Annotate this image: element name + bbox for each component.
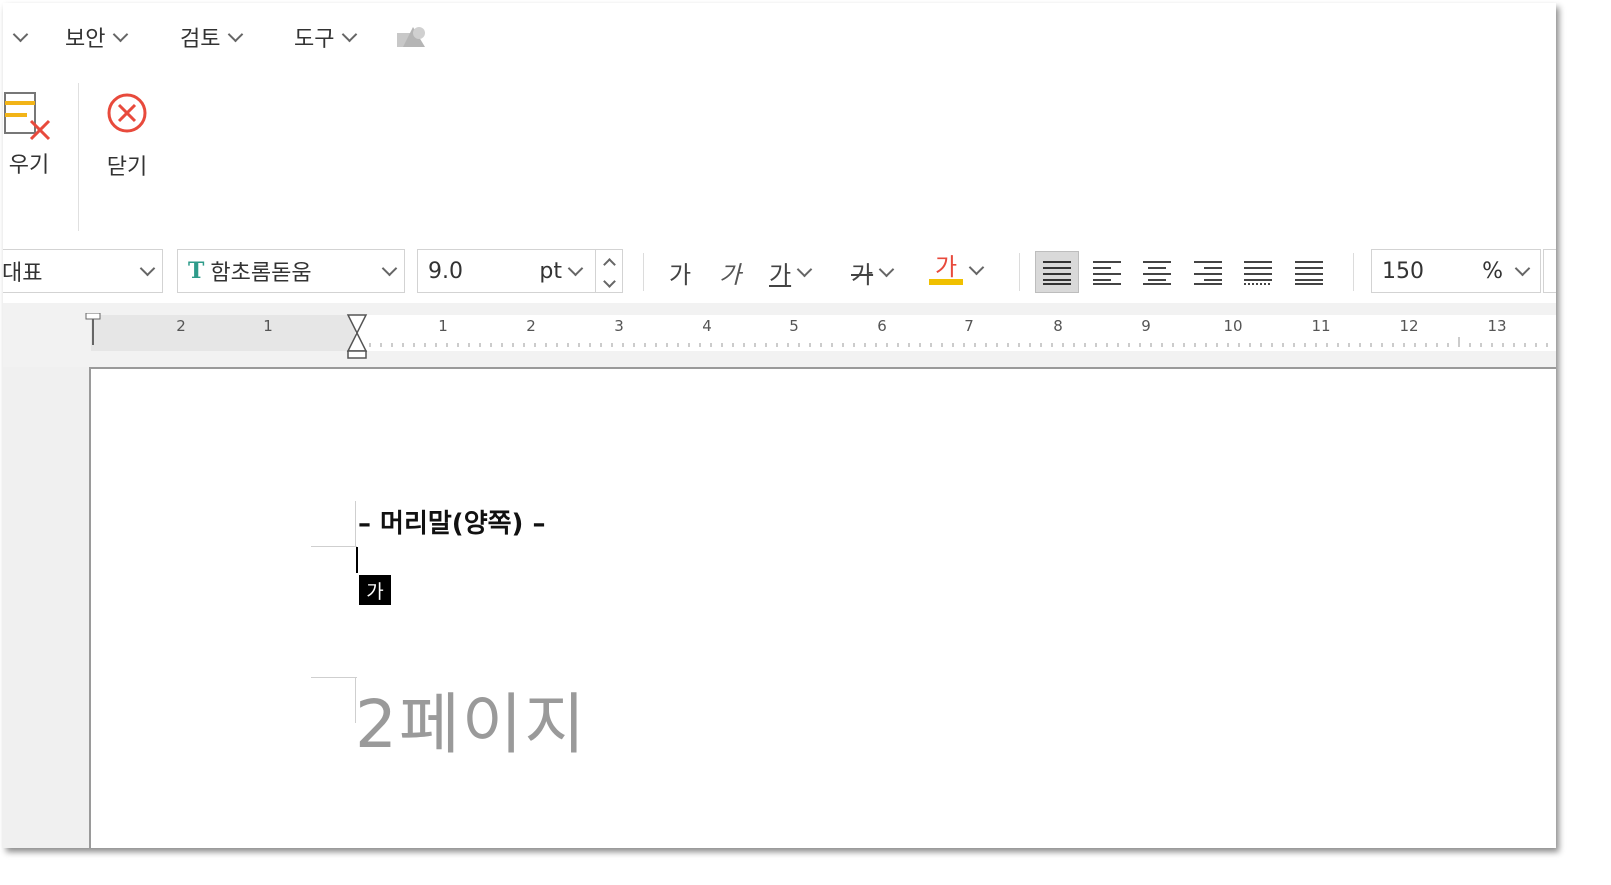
document-page[interactable] (89, 367, 1556, 848)
chevron-down-icon (381, 260, 397, 276)
ruler-tick-label: 11 (1311, 317, 1331, 335)
clear-button-label: 우기 (8, 153, 50, 178)
style-select[interactable]: 대표 (3, 249, 163, 293)
menu-bar: 보안 검토 도구 (3, 3, 1556, 73)
margin-guide (311, 677, 357, 678)
chevron-down-icon[interactable] (968, 259, 985, 275)
ruler-tick-label: 7 (964, 317, 974, 335)
ime-indicator: 가 (359, 575, 391, 605)
close-icon (107, 93, 147, 133)
ruler-tick-label: 12 (1399, 317, 1419, 335)
chevron-down-icon[interactable] (567, 260, 584, 276)
toolbar-divider (1353, 253, 1354, 291)
chevron-down-icon[interactable] (602, 275, 616, 288)
shapes-icon[interactable] (395, 23, 429, 53)
app-window: 보안 검토 도구 우기 닫기 대표 T 함초롬돋움 9.0 pt 가 가 가 가… (3, 3, 1556, 848)
menu-tools-label: 도구 (294, 27, 335, 52)
align-split-button[interactable] (1287, 251, 1331, 293)
style-select-value: 대표 (3, 261, 43, 286)
chevron-down-icon (228, 26, 244, 42)
header-text[interactable]: – 머리말(양쪽) – (358, 503, 545, 540)
menu-security[interactable]: 보안 (65, 21, 129, 53)
align-center-button[interactable] (1135, 251, 1179, 293)
align-right-button[interactable] (1186, 251, 1230, 293)
align-justify-icon (1043, 261, 1071, 285)
font-select[interactable]: T 함초롬돋움 (177, 249, 405, 293)
toolbar-divider (643, 253, 644, 291)
align-center-icon (1143, 261, 1171, 285)
strikethrough-button[interactable]: 가 (851, 255, 895, 290)
ruler-tick-label: 2 (526, 317, 536, 335)
ruler-tick-label: 9 (1141, 317, 1151, 335)
ruler-tick-label: 8 (1053, 317, 1063, 335)
ruler-tick-label: 1 (438, 317, 448, 335)
chevron-down-icon (139, 260, 155, 276)
chevron-down-icon[interactable] (1514, 260, 1531, 276)
close-button[interactable]: 닫기 (105, 89, 149, 181)
margin-guide (355, 501, 356, 547)
font-size-unit: pt (539, 258, 562, 284)
chevron-down-icon[interactable] (878, 261, 895, 278)
align-left-icon (1093, 261, 1121, 285)
ruler-tick-label: 2 (176, 317, 186, 335)
align-distribute-button[interactable] (1236, 251, 1280, 293)
ruler-tick-label: 6 (877, 317, 887, 335)
underline-glyph: 가 (769, 261, 792, 289)
chevron-down-icon (113, 26, 129, 42)
stepper-buttons[interactable] (595, 250, 622, 292)
line-spacing-select[interactable]: 150 % (1371, 249, 1541, 293)
italic-glyph: 가 (719, 261, 742, 289)
margin-guide (311, 546, 357, 547)
ruler-tick-label: 3 (614, 317, 624, 335)
color-swatch (929, 279, 963, 285)
bold-glyph: 가 (669, 261, 692, 289)
clear-icon (4, 92, 51, 141)
chevron-down-icon[interactable] (12, 26, 29, 43)
ruler-margin (91, 315, 355, 351)
text-cursor (356, 547, 358, 573)
chevron-up-icon[interactable] (602, 258, 616, 271)
align-distribute-icon (1244, 261, 1272, 285)
strike-glyph: 가 (851, 261, 874, 289)
ruler-tick-label: 5 (789, 317, 799, 335)
line-spacing-unit: % (1482, 258, 1503, 284)
menu-security-label: 보안 (65, 27, 106, 52)
font-size-value: 9.0 (428, 258, 463, 284)
first-line-indent-marker[interactable] (346, 313, 368, 359)
align-left-button[interactable] (1085, 251, 1129, 293)
ruler-tick-label: 13 (1487, 317, 1507, 335)
body-text[interactable]: 2페이지 (355, 671, 587, 767)
close-button-label: 닫기 (106, 155, 148, 180)
menu-tools[interactable]: 도구 (294, 21, 358, 53)
line-spacing-stepper[interactable] (1543, 249, 1556, 293)
menu-review[interactable]: 검토 (180, 21, 244, 53)
align-split-icon (1295, 261, 1323, 285)
italic-button[interactable]: 가 (719, 255, 741, 290)
ruler-tick-label: 10 (1223, 317, 1243, 335)
clear-button[interactable]: 우기 (3, 89, 55, 179)
bold-button[interactable]: 가 (669, 255, 691, 290)
line-spacing-value: 150 (1382, 258, 1424, 284)
ribbon-divider (78, 83, 79, 231)
chevron-down-icon[interactable] (796, 261, 813, 278)
left-indent-marker[interactable] (85, 313, 101, 347)
text-color-button[interactable]: 가 (929, 253, 985, 285)
color-glyph: 가 (934, 253, 958, 281)
align-justify-button[interactable] (1035, 251, 1079, 293)
font-size-stepper[interactable]: 9.0 pt (417, 249, 623, 293)
format-toolbar: 대표 T 함초롬돋움 9.0 pt 가 가 가 가 가 150 % (3, 243, 1556, 301)
font-type-icon: T (188, 258, 205, 284)
ruler-area: 2 1 1 2 3 4 5 6 7 8 9 10 11 12 13 (3, 303, 1556, 367)
font-select-value: 함초롬돋움 (210, 261, 312, 286)
ruler-tick-label: 4 (702, 317, 712, 335)
underline-button[interactable]: 가 (769, 255, 813, 290)
menu-review-label: 검토 (180, 27, 221, 52)
align-right-icon (1194, 261, 1222, 285)
ruler-tick-label: 1 (263, 317, 273, 335)
chevron-down-icon (342, 26, 358, 42)
toolbar-divider (1019, 253, 1020, 291)
